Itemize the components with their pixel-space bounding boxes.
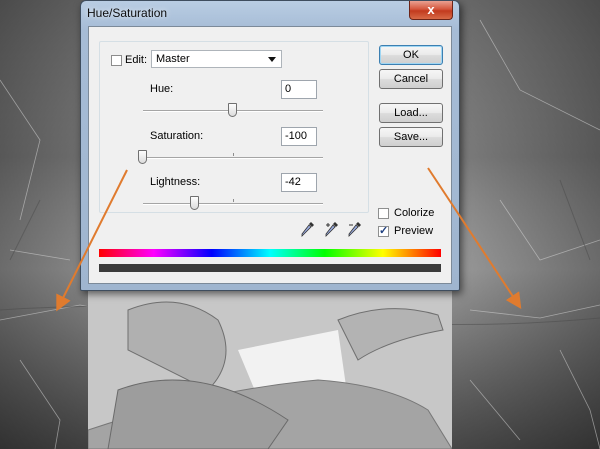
hue-saturation-dialog: Hue/Saturation x Edit: Master Hue: 0 Sat… bbox=[80, 0, 460, 291]
save-button[interactable]: Save... bbox=[379, 127, 443, 147]
cancel-button[interactable]: Cancel bbox=[379, 69, 443, 89]
eyedropper-icon[interactable] bbox=[301, 221, 315, 237]
lightness-slider-track[interactable] bbox=[143, 203, 323, 205]
colorize-checkbox[interactable] bbox=[378, 208, 389, 219]
window-title: Hue/Saturation bbox=[87, 6, 168, 20]
lightness-input[interactable]: -42 bbox=[281, 173, 317, 192]
edit-dropdown-value: Master bbox=[156, 53, 190, 65]
group-box-corner bbox=[111, 55, 122, 66]
saturation-slider-tick bbox=[233, 153, 234, 156]
input-color-spectrum bbox=[99, 249, 441, 257]
adjustment-group: Edit: Master Hue: 0 Saturation: -100 Lig… bbox=[99, 41, 369, 213]
photo-crossed-arms bbox=[88, 290, 452, 449]
eyedropper-plus-icon[interactable] bbox=[325, 221, 339, 237]
title-bar[interactable]: Hue/Saturation x bbox=[81, 1, 459, 25]
edit-label: Edit: bbox=[125, 54, 148, 66]
output-color-spectrum bbox=[99, 264, 441, 272]
preview-label: Preview bbox=[394, 225, 434, 237]
chevron-down-icon bbox=[268, 57, 276, 62]
eyedropper-minus-icon[interactable] bbox=[348, 221, 362, 237]
colorize-label: Colorize bbox=[394, 207, 435, 219]
hue-input[interactable]: 0 bbox=[281, 80, 317, 99]
preview-checkbox[interactable] bbox=[378, 224, 389, 237]
hue-slider-thumb[interactable] bbox=[228, 103, 237, 117]
saturation-slider-track[interactable] bbox=[143, 157, 323, 159]
saturation-slider-thumb[interactable] bbox=[138, 150, 147, 164]
edit-dropdown[interactable]: Master bbox=[151, 50, 282, 68]
dialog-body: Edit: Master Hue: 0 Saturation: -100 Lig… bbox=[88, 26, 452, 284]
ok-button[interactable]: OK bbox=[379, 45, 443, 65]
lightness-slider-tick bbox=[233, 199, 234, 202]
lightness-slider-thumb[interactable] bbox=[190, 196, 200, 210]
saturation-label: Saturation: bbox=[150, 130, 204, 142]
load-button[interactable]: Load... bbox=[379, 103, 443, 123]
lightness-label: Lightness: bbox=[150, 176, 201, 188]
saturation-input[interactable]: -100 bbox=[281, 127, 317, 146]
close-button[interactable]: x bbox=[409, 1, 453, 20]
hue-label: Hue: bbox=[150, 83, 174, 95]
